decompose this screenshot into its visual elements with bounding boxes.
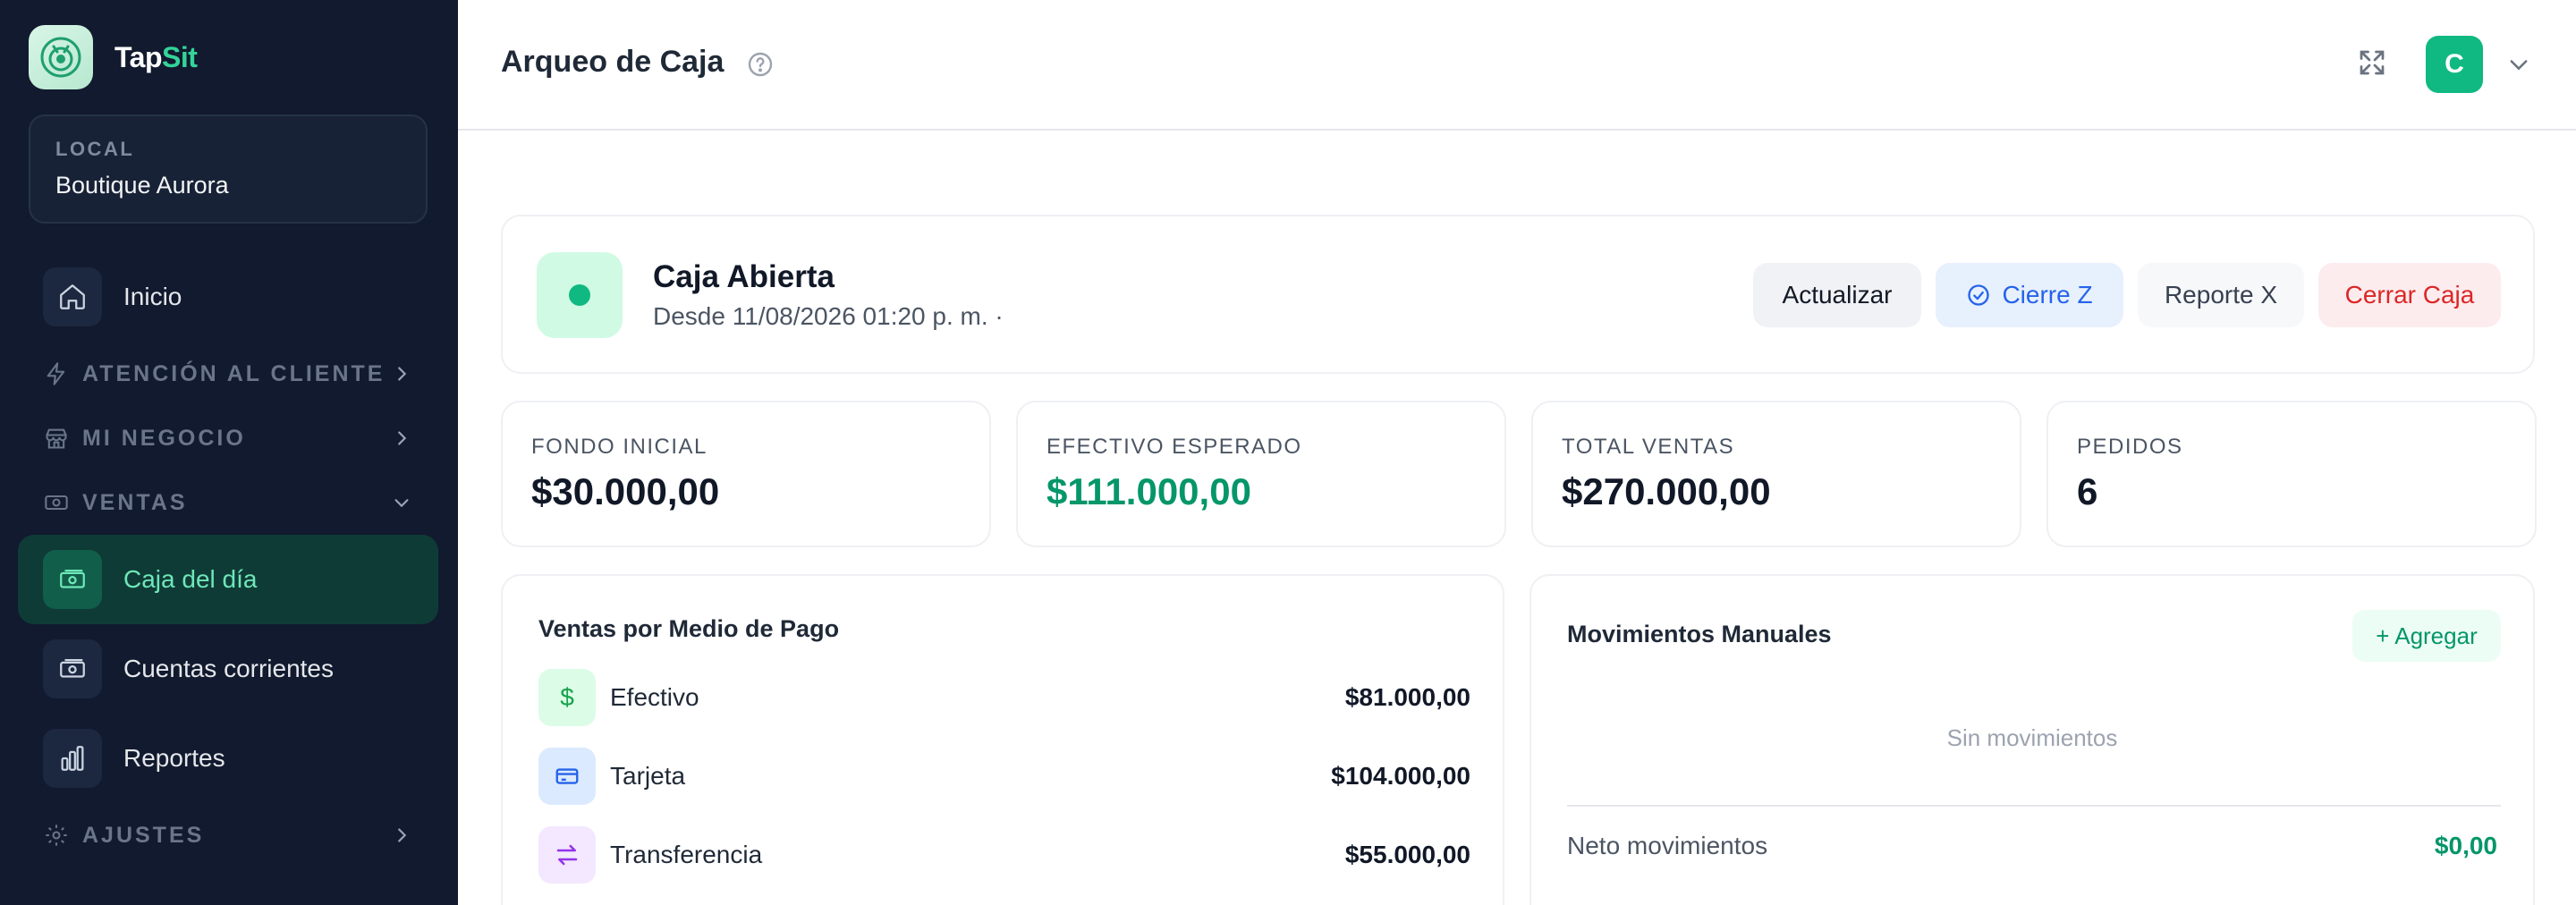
lightning-icon [43,360,70,387]
stat-label: FONDO INICIAL [531,435,708,459]
top-header: Arqueo de Caja C [458,0,2576,131]
cierre-z-label: Cierre Z [2002,281,2093,309]
stat-label: PEDIDOS [2077,435,2183,459]
sidebar-section-atencion[interactable]: ATENCIÓN AL CLIENTE [18,342,438,406]
payment-name: Transferencia [610,841,763,868]
dollar-icon: $ [538,669,596,726]
bar-chart-icon [43,729,102,788]
local-selector[interactable]: LOCAL Boutique Aurora [29,114,428,224]
store-icon [43,425,70,452]
brand-name: TapSit [114,40,198,73]
stat-label: EFECTIVO ESPERADO [1046,435,1302,459]
sidebar-section-ventas[interactable]: VENTAS [18,470,438,535]
avatar[interactable]: C [2426,36,2483,93]
sidebar-section-label: VENTAS [82,489,188,515]
help-icon[interactable] [746,50,775,79]
status-indicator [537,252,623,338]
divider [1567,805,2501,807]
sidebar-item-caja-del-dia[interactable]: Caja del día [18,535,438,624]
sidebar-section-negocio[interactable]: MI NEGOCIO [18,406,438,470]
check-circle-icon [1968,284,1990,306]
sidebar-section-label: MI NEGOCIO [82,425,246,451]
status-title: Caja Abierta [653,259,835,294]
credit-card-icon [538,748,596,805]
sidebar-nav: Inicio ATENCIÓN AL CLIENTE MI NEGOCIO VE… [18,252,438,867]
payment-row-efectivo: $ Efectivo $81.000,00 [538,669,1470,726]
brand-logo-icon [29,25,93,89]
sidebar-item-label: Cuentas corrientes [123,655,335,682]
stat-value: $270.000,00 [1562,470,1771,512]
stat-label: TOTAL VENTAS [1562,435,1735,459]
local-value: Boutique Aurora [55,172,229,199]
transfer-icon [538,826,596,884]
stat-card-fondo-inicial: FONDO INICIAL $30.000,00 [501,401,991,547]
cash-status-card: Caja Abierta Desde 11/08/2026 01:20 p. m… [501,215,2535,374]
close-cash-button[interactable]: Cerrar Caja [2318,263,2501,327]
gear-icon [43,822,70,849]
reporte-x-button[interactable]: Reporte X [2138,263,2304,327]
payment-methods-card: Ventas por Medio de Pago $ Efectivo $81.… [501,574,1504,905]
stat-value: 6 [2077,470,2098,512]
sidebar-section-label: AJUSTES [82,822,205,848]
stat-card-total-ventas: TOTAL VENTAS $270.000,00 [1531,401,2021,547]
payment-row-tarjeta: Tarjeta $104.000,00 [538,748,1470,805]
manual-movements-title: Movimientos Manuales [1567,621,1832,647]
add-movement-button[interactable]: + Agregar [2352,610,2501,662]
sidebar-section-label: ATENCIÓN AL CLIENTE [82,360,386,386]
net-movements-value: $0,00 [2434,832,2497,859]
payment-amount: $104.000,00 [1331,762,1470,790]
sidebar-item-cuentas-corrientes[interactable]: Cuentas corrientes [18,624,438,714]
home-icon [43,267,102,326]
empty-state-text: Sin movimientos [1946,724,2118,751]
local-label: LOCAL [55,138,135,160]
stat-value: $30.000,00 [531,470,720,512]
sidebar-section-ajustes[interactable]: AJUSTES [18,803,438,867]
cash-icon [43,489,70,516]
sidebar-item-label: Inicio [123,283,182,310]
refresh-button[interactable]: Actualizar [1753,263,1921,327]
chevron-right-icon [390,362,413,385]
payment-row-transferencia: Transferencia $55.000,00 [538,826,1470,884]
sidebar-item-label: Caja del día [123,565,258,593]
chevron-right-icon [390,824,413,847]
payment-amount: $81.000,00 [1344,683,1470,711]
payment-name: Tarjeta [610,762,686,790]
stat-value: $111.000,00 [1046,470,1251,512]
manual-movements-card: Movimientos Manuales + Agregar Sin movim… [1530,574,2535,905]
cierre-z-button[interactable]: Cierre Z [1936,263,2123,327]
status-subtitle: Desde 11/08/2026 01:20 p. m. · [653,302,1004,330]
chevron-down-icon[interactable] [2506,52,2531,77]
net-movements-label: Neto movimientos [1567,832,1768,859]
payment-name: Efectivo [610,683,699,711]
banknote-icon [43,639,102,698]
chevron-right-icon [390,427,413,450]
brand[interactable]: TapSit [29,25,198,89]
chevron-down-icon [390,491,413,514]
fullscreen-icon[interactable] [2356,47,2388,79]
payment-methods-title: Ventas por Medio de Pago [538,615,840,642]
sidebar: TapSit LOCAL Boutique Aurora Inicio ATEN… [0,0,458,905]
stat-card-pedidos: PEDIDOS 6 [2046,401,2537,547]
cash-register-icon [43,550,102,609]
sidebar-item-reportes[interactable]: Reportes [18,714,438,803]
page-title: Arqueo de Caja [501,45,724,79]
sidebar-item-inicio[interactable]: Inicio [18,252,438,342]
sidebar-item-label: Reportes [123,744,225,772]
status-dot-icon [569,284,590,306]
payment-amount: $55.000,00 [1344,841,1470,868]
stat-card-efectivo-esperado: EFECTIVO ESPERADO $111.000,00 [1016,401,1506,547]
